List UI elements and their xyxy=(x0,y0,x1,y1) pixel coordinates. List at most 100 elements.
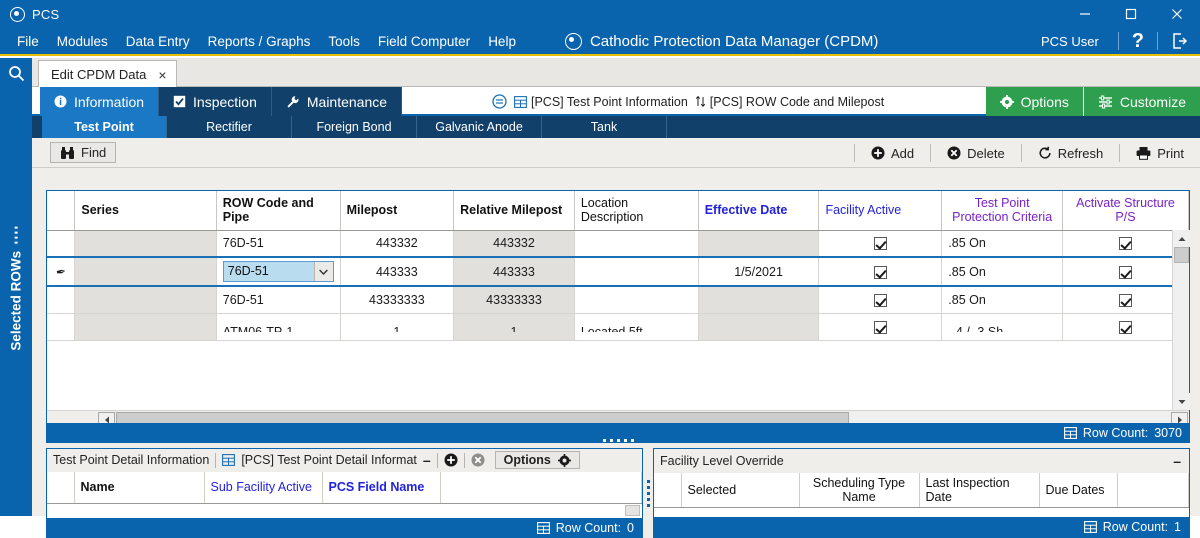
cell-facility-active[interactable] xyxy=(818,256,943,287)
column-header-test-point-protection-criteria[interactable]: Test Point Protection Criteria xyxy=(941,191,1064,231)
scrollbar-thumb[interactable] xyxy=(625,505,640,517)
cell-milepost[interactable]: 443333 xyxy=(340,256,455,287)
cell-location-description[interactable] xyxy=(574,230,699,258)
column-header-facility-active[interactable]: Facility Active xyxy=(818,191,943,231)
vertical-splitter[interactable] xyxy=(643,448,653,538)
options-button[interactable]: Options xyxy=(985,87,1084,116)
checkbox-icon[interactable] xyxy=(873,293,887,307)
column-header-activate-structure-ps[interactable]: Activate Structure P/S xyxy=(1062,191,1189,231)
collapse-circle-icon[interactable] xyxy=(492,94,507,109)
cell-effective-date[interactable]: 1/5/2021 xyxy=(698,256,820,287)
cell-effective-date[interactable] xyxy=(698,286,820,314)
cell-series[interactable] xyxy=(74,313,217,341)
find-button[interactable]: Find xyxy=(50,142,117,163)
cell-row-code[interactable]: 76D-51 xyxy=(216,286,341,314)
cell-location-description[interactable] xyxy=(574,256,699,287)
scrollbar-thumb[interactable] xyxy=(1174,247,1189,263)
cell-relative-milepost[interactable]: 1 xyxy=(453,313,575,341)
column-header-row-code-and-pipe[interactable]: ROW Code and Pipe xyxy=(216,191,341,231)
tab-edit-cpdm-data[interactable]: Edit CPDM Data × xyxy=(38,60,177,88)
tab-information[interactable]: Information xyxy=(40,87,160,116)
cell-milepost[interactable]: 1 xyxy=(340,313,455,341)
menu-item-reports-graphs[interactable]: Reports / Graphs xyxy=(199,31,320,52)
search-icon[interactable] xyxy=(0,58,32,88)
cell-series[interactable] xyxy=(74,256,217,287)
column-header-marker[interactable] xyxy=(47,191,76,231)
minimize-icon[interactable]: – xyxy=(423,453,431,467)
column-header-relative-milepost[interactable]: Relative Milepost xyxy=(453,191,575,231)
column-header-scheduling-type-name[interactable]: Scheduling Type Name xyxy=(799,473,920,508)
table-row[interactable]: 76D-51 43333333 43333333 .85 On xyxy=(47,286,1189,314)
chevron-down-icon[interactable] xyxy=(313,262,333,281)
table-row[interactable]: 76D-51 443332 443332 .85 On xyxy=(47,230,1189,258)
minimize-icon[interactable]: – xyxy=(1173,454,1181,468)
add-button[interactable]: Add xyxy=(861,143,924,164)
cell-location-description[interactable]: Located 5ft xyxy=(574,313,699,341)
cell-relative-milepost[interactable]: 43333333 xyxy=(453,286,575,314)
checkbox-icon[interactable] xyxy=(1119,265,1132,279)
menu-item-data-entry[interactable]: Data Entry xyxy=(117,31,199,52)
cell-row-code-editor[interactable]: 76D-51 xyxy=(216,256,341,287)
delete-button[interactable]: Delete xyxy=(937,143,1015,164)
column-header-last-inspection-date[interactable]: Last Inspection Date xyxy=(919,473,1040,508)
menu-item-field-computer[interactable]: Field Computer xyxy=(369,31,479,52)
cell-criteria[interactable]: .85 On xyxy=(941,286,1064,314)
cell-effective-date[interactable] xyxy=(698,313,820,341)
table-row[interactable]: ✒ 76D-51 443333 443333 1/5/2021 .85 On xyxy=(47,256,1189,287)
scroll-up-button[interactable] xyxy=(1173,230,1190,247)
column-header-milepost[interactable]: Milepost xyxy=(340,191,455,231)
cell-activate-structure[interactable] xyxy=(1062,313,1189,341)
grid-vertical-scrollbar[interactable] xyxy=(1172,230,1190,410)
customize-button[interactable]: Customize xyxy=(1083,87,1200,116)
close-button[interactable] xyxy=(1154,0,1200,28)
dataset-chip-row-code-and-milepost[interactable]: [PCS] ROW Code and Milepost xyxy=(695,95,884,109)
column-header-marker[interactable] xyxy=(47,471,75,505)
delete-detail-button[interactable] xyxy=(471,453,485,467)
add-detail-button[interactable] xyxy=(444,453,458,467)
cell-location-description[interactable] xyxy=(574,286,699,314)
close-icon[interactable]: × xyxy=(158,67,166,83)
cell-series[interactable] xyxy=(74,286,217,314)
column-header-due-dates[interactable]: Due Dates xyxy=(1039,473,1118,508)
cell-activate-structure[interactable] xyxy=(1062,286,1189,314)
detail-options-button[interactable]: Options xyxy=(494,451,580,470)
column-header-marker[interactable] xyxy=(654,473,682,508)
row-code-combobox[interactable]: 76D-51 xyxy=(222,261,334,282)
cell-criteria[interactable]: .85 On xyxy=(941,256,1064,287)
checkbox-icon[interactable] xyxy=(873,237,887,251)
cell-activate-structure[interactable] xyxy=(1062,230,1189,258)
detail-grid-body[interactable] xyxy=(47,504,642,519)
dataset-chip-test-point-information[interactable]: [PCS] Test Point Information xyxy=(514,95,688,109)
checkbox-icon[interactable] xyxy=(1119,293,1132,307)
panel-dataset-label[interactable]: [PCS] Test Point Detail Informat xyxy=(241,453,417,467)
cell-facility-active[interactable] xyxy=(818,313,943,341)
cell-row-code[interactable]: 76D-51 xyxy=(216,230,341,258)
menu-item-help[interactable]: Help xyxy=(479,31,525,52)
minimize-button[interactable] xyxy=(1062,0,1108,28)
tab-inspection[interactable]: Inspection xyxy=(159,87,272,116)
help-icon[interactable]: ? xyxy=(1128,29,1148,53)
scroll-down-button[interactable] xyxy=(1173,393,1190,410)
cell-facility-active[interactable] xyxy=(818,286,943,314)
tab-galvanic-anode[interactable]: Galvanic Anode xyxy=(417,116,542,138)
column-header-filler[interactable] xyxy=(440,471,642,505)
column-header-location-description[interactable]: Location Description xyxy=(574,191,699,231)
checkbox-icon[interactable] xyxy=(1119,237,1132,251)
cell-series[interactable] xyxy=(74,230,217,258)
checkbox-icon[interactable] xyxy=(1119,320,1132,334)
horizontal-splitter[interactable] xyxy=(46,436,1190,445)
cell-milepost[interactable]: 443332 xyxy=(340,230,455,258)
column-header-pcs-field-name[interactable]: PCS Field Name xyxy=(322,471,441,505)
table-row[interactable]: ATM06-TP-1 1 1 Located 5ft -.4 /-.3 Sh xyxy=(47,313,1189,341)
cell-facility-active[interactable] xyxy=(818,230,943,258)
tab-rectifier[interactable]: Rectifier xyxy=(167,116,292,138)
cell-milepost[interactable]: 43333333 xyxy=(340,286,455,314)
tab-tank[interactable]: Tank xyxy=(542,116,667,138)
tab-test-point[interactable]: Test Point xyxy=(42,116,167,138)
print-button[interactable]: Print xyxy=(1126,143,1194,164)
column-header-name[interactable]: Name xyxy=(74,471,205,505)
cell-row-code[interactable]: ATM06-TP-1 xyxy=(216,313,341,341)
menu-item-tools[interactable]: Tools xyxy=(319,31,369,52)
tab-maintenance[interactable]: Maintenance xyxy=(271,87,403,116)
column-header-sub-facility-active[interactable]: Sub Facility Active xyxy=(204,471,323,505)
